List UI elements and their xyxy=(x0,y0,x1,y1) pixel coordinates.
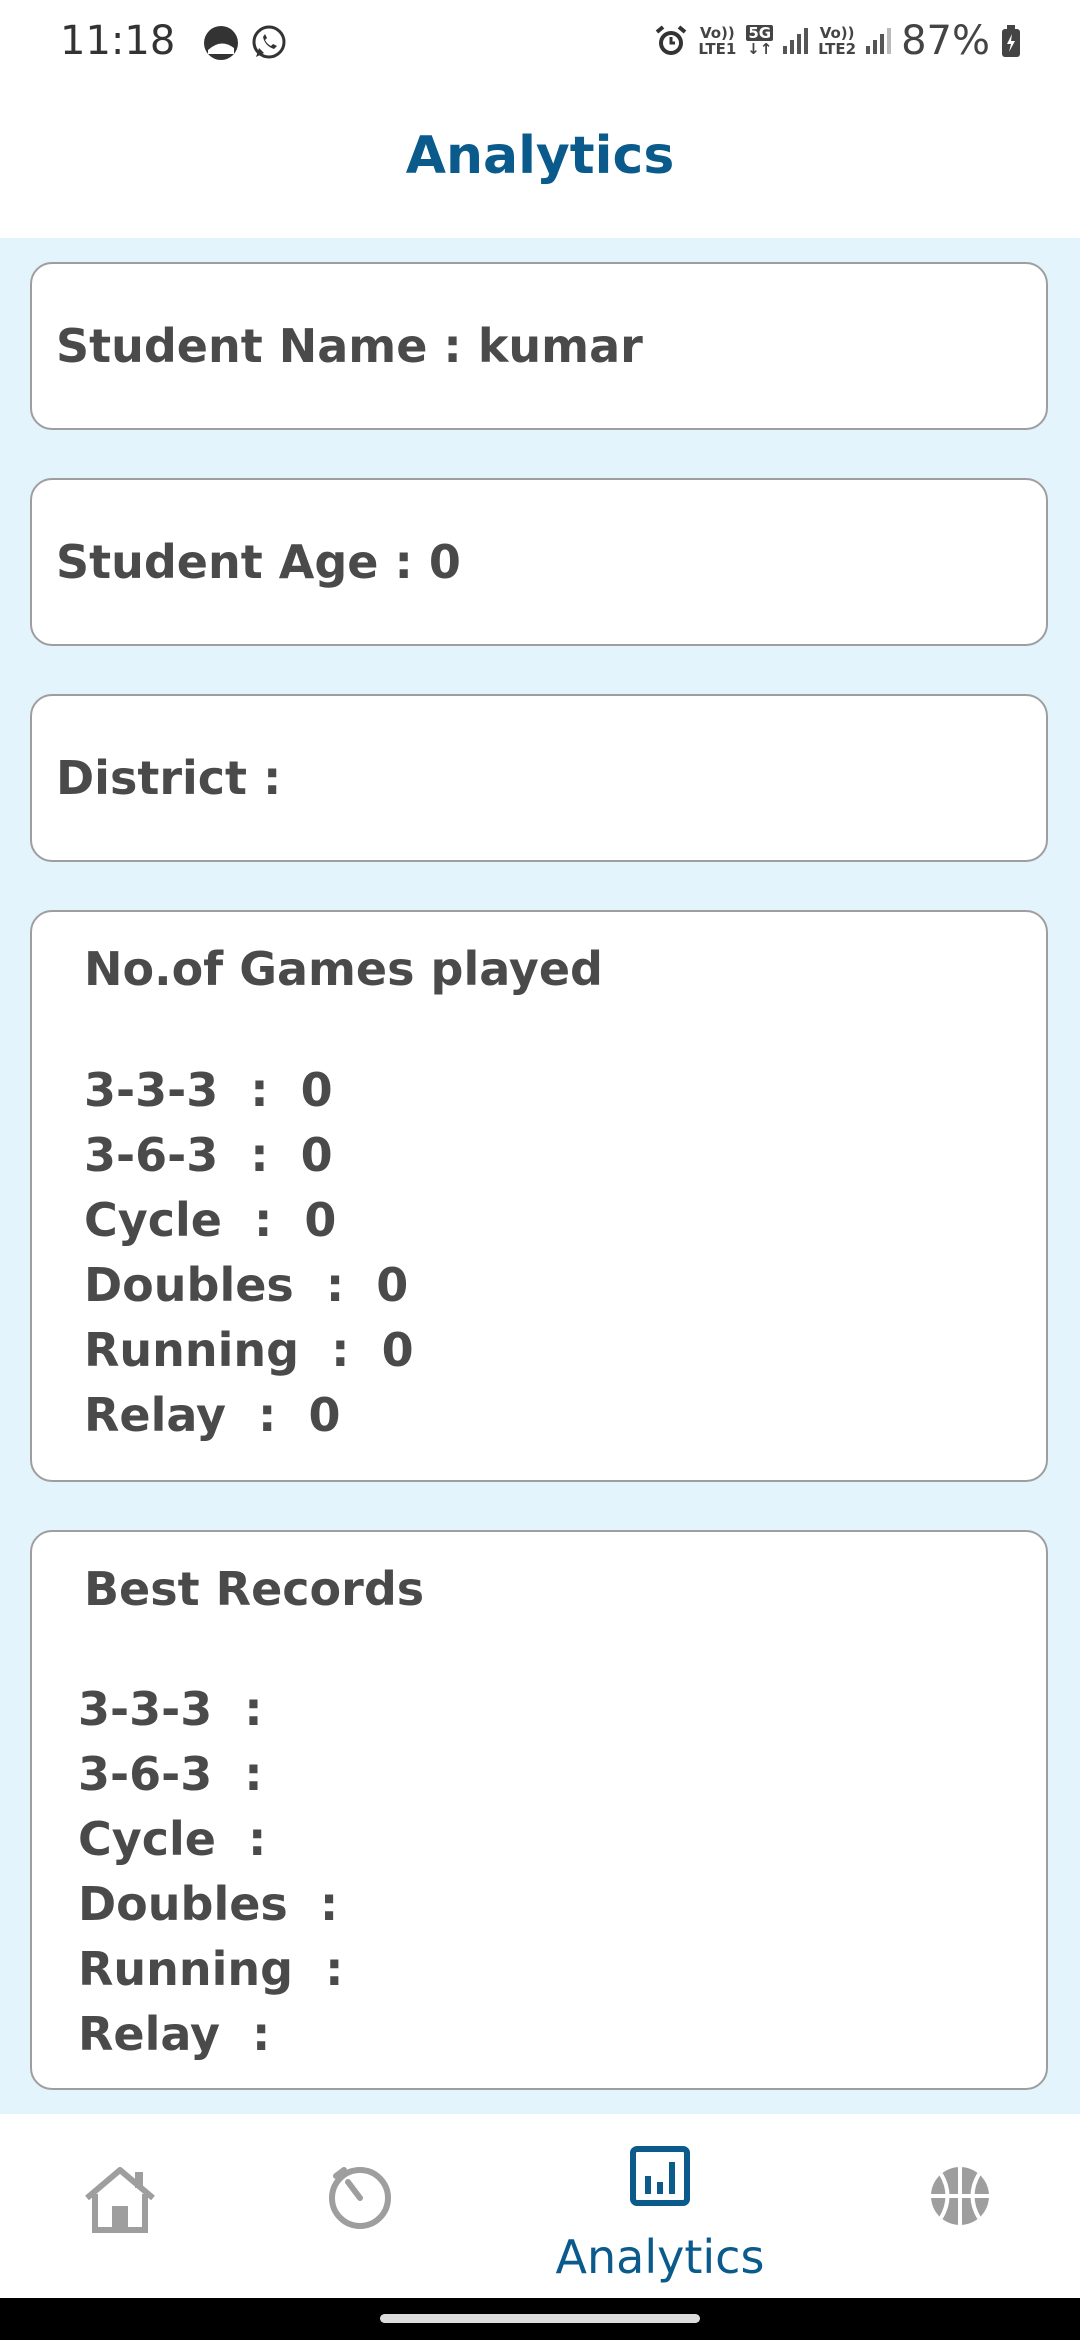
games-played-item: Running : 0 xyxy=(84,1323,414,1377)
best-records-list: 3-3-3 : 3-6-3 : Cycle : Doubles : Runnin… xyxy=(78,1677,344,2067)
games-played-title: No.of Games played xyxy=(84,942,603,996)
best-records-title: Best Records xyxy=(84,1562,425,1616)
nav-home-button[interactable] xyxy=(40,2114,200,2298)
whatsapp-icon xyxy=(252,25,286,59)
home-icon xyxy=(85,2167,155,2233)
best-record-item: Doubles : xyxy=(78,1877,339,1931)
analytics-icon xyxy=(630,2146,690,2206)
nav-analytics-label: Analytics xyxy=(555,2230,765,2284)
home-gesture-handle[interactable] xyxy=(380,2314,700,2323)
best-record-item: Relay : xyxy=(78,2007,271,2061)
nav-analytics-button[interactable]: Analytics xyxy=(520,2114,800,2298)
games-played-item: 3-3-3 : 0 xyxy=(84,1063,333,1117)
status-time: 11:18 xyxy=(60,18,176,64)
bottom-navigation: Analytics xyxy=(0,2114,1080,2298)
games-played-item: Cycle : 0 xyxy=(84,1193,337,1247)
status-indicators: Vo)) LTE1 5G ↓↑ Vo)) LTE2 87% xyxy=(654,18,1022,64)
games-played-item: Doubles : 0 xyxy=(84,1258,409,1312)
best-record-item: 3-3-3 : xyxy=(78,1682,263,1736)
games-played-list: 3-3-3 : 0 3-6-3 : 0 Cycle : 0 Doubles : … xyxy=(84,1058,414,1448)
page-title: Analytics xyxy=(405,126,675,186)
best-record-item: Cycle : xyxy=(78,1812,267,1866)
games-played-item: 3-6-3 : 0 xyxy=(84,1128,333,1182)
timer-icon xyxy=(329,2167,391,2229)
best-record-item: 3-6-3 : xyxy=(78,1747,263,1801)
analytics-content[interactable]: Student Name : kumar Student Age : 0 Dis… xyxy=(0,238,1080,2114)
district-text: District : xyxy=(56,751,282,805)
signal-strength-icon-2 xyxy=(866,28,892,54)
student-name-card: Student Name : kumar xyxy=(30,262,1048,430)
nav-sports-button[interactable] xyxy=(880,2114,1040,2298)
student-age-card: Student Age : 0 xyxy=(30,478,1048,646)
games-played-card: No.of Games played 3-3-3 : 0 3-6-3 : 0 C… xyxy=(30,910,1048,1482)
basketball-icon xyxy=(931,2167,989,2225)
system-navigation-bar xyxy=(0,2298,1080,2340)
district-card: District : xyxy=(30,694,1048,862)
moon-app-icon xyxy=(204,26,238,60)
network-5g-label: 5G ↓↑ xyxy=(746,24,774,58)
signal-strength-icon-1 xyxy=(783,28,809,54)
status-app-icons xyxy=(202,24,288,62)
app-header: Analytics xyxy=(0,90,1080,238)
alarm-icon xyxy=(656,25,687,55)
best-record-item: Running : xyxy=(78,1942,344,1996)
network-lte2-label: Vo)) LTE2 xyxy=(818,24,857,58)
student-age-text: Student Age : 0 xyxy=(56,535,461,589)
battery-icon xyxy=(1002,25,1020,57)
network-lte1-label: Vo)) LTE1 xyxy=(698,24,737,58)
battery-percent: 87% xyxy=(901,18,990,64)
nav-timer-button[interactable] xyxy=(280,2114,440,2298)
status-bar: 11:18 Vo)) LTE1 5G ↓↑ Vo)) LTE2 87% xyxy=(0,0,1080,90)
games-played-item: Relay : 0 xyxy=(84,1388,341,1442)
student-name-text: Student Name : kumar xyxy=(56,319,643,373)
best-records-card: Best Records 3-3-3 : 3-6-3 : Cycle : Dou… xyxy=(30,1530,1048,2090)
